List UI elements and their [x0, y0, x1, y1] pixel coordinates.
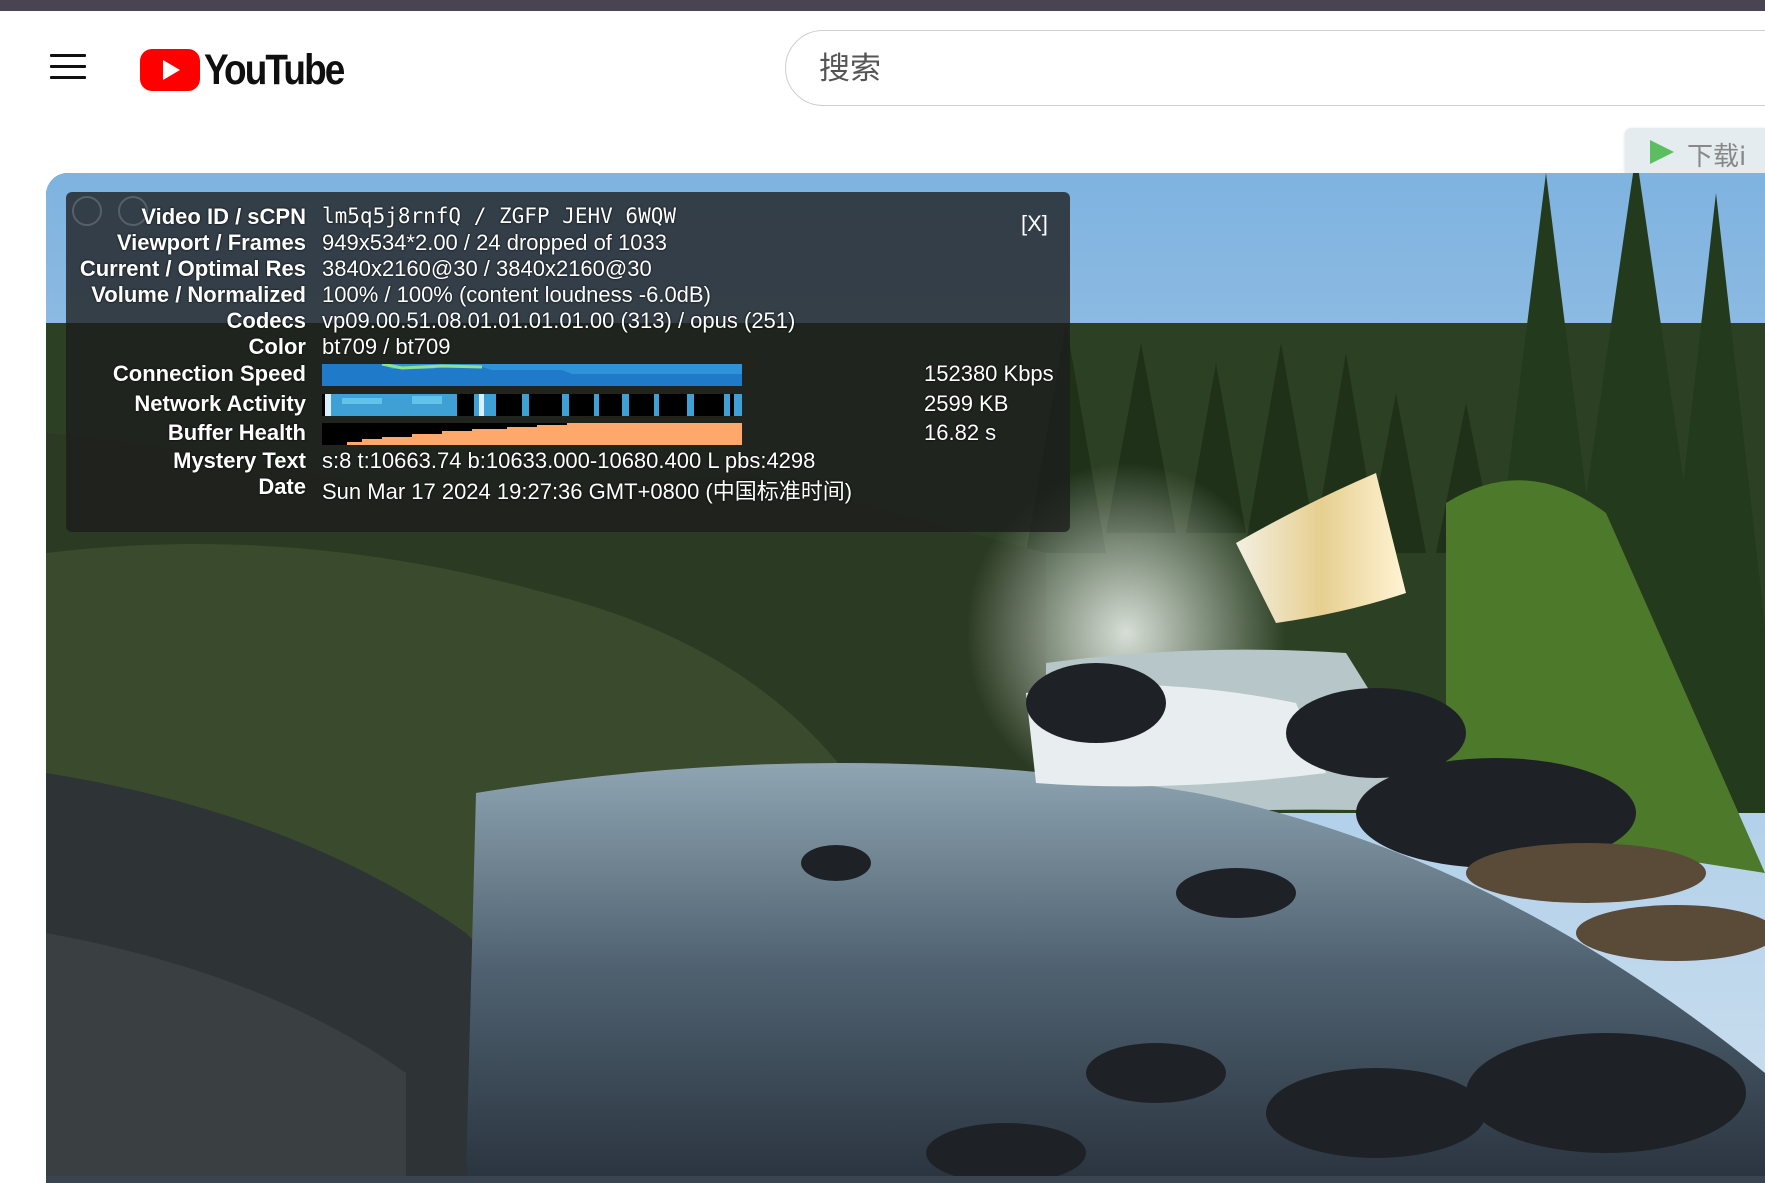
stat-value: 100% / 100% (content loudness -6.0dB) [322, 282, 711, 307]
network-activity-graph [322, 394, 742, 416]
stat-row-date: Date Sun Mar 17 2024 19:27:36 GMT+0800 (… [66, 474, 1066, 504]
hamburger-menu-icon[interactable] [50, 50, 90, 84]
stat-graph-value: 2599 KB [924, 391, 1009, 416]
stat-label: Current / Optimal Res [79, 256, 306, 281]
stat-row-resolution: Current / Optimal Res 3840x2160@30 / 384… [66, 256, 1066, 284]
youtube-logo-text: YouTube [204, 45, 345, 94]
stat-value: Sun Mar 17 2024 19:27:36 GMT+0800 (中国标准时… [322, 479, 853, 504]
stat-label: Buffer Health [167, 420, 306, 445]
search-box[interactable] [785, 30, 1765, 107]
buffer-health-graph [322, 423, 742, 445]
stat-row-mystery-text: Mystery Text s:8 t:10663.74 b:10633.000-… [66, 448, 1066, 476]
stats-for-nerds-panel: [X] Video ID / sCPN lm5q5j8rnfQ / ZGFP J… [66, 192, 1070, 532]
stat-row-viewport: Viewport / Frames 949x534*2.00 / 24 drop… [66, 230, 1066, 258]
stat-label: Codecs [226, 308, 306, 333]
stat-graph-value: 152380 Kbps [924, 361, 1054, 386]
stat-label: Viewport / Frames [116, 230, 306, 255]
stat-row-codecs: Codecs vp09.00.51.08.01.01.01.01.00 (313… [66, 308, 1066, 336]
download-extension-button[interactable]: 下载i [1625, 128, 1765, 176]
stat-label: Network Activity [134, 391, 306, 416]
browser-top-strip [0, 0, 1765, 11]
play-triangle-icon [1650, 140, 1674, 164]
stat-label: Connection Speed [112, 361, 306, 386]
stat-value: s:8 t:10663.74 b:10633.000-10680.400 L p… [322, 448, 816, 473]
download-badge-label: 下载i [1687, 142, 1747, 172]
stat-label: Video ID / sCPN [141, 204, 306, 229]
stat-value: 949x534*2.00 / 24 dropped of 1033 [322, 230, 667, 255]
connection-speed-graph [322, 364, 742, 386]
stat-graph-value: 16.82 s [924, 420, 997, 445]
stat-label: Volume / Normalized [91, 282, 306, 307]
stat-label: Mystery Text [173, 448, 306, 473]
search-input[interactable] [817, 31, 1721, 107]
stat-row-color: Color bt709 / bt709 [66, 334, 1066, 362]
stat-value: bt709 / bt709 [322, 334, 451, 359]
stat-value: vp09.00.51.08.01.01.01.01.00 (313) / opu… [322, 308, 796, 333]
stat-label: Color [248, 334, 306, 359]
youtube-logo[interactable]: YouTube [140, 46, 366, 94]
youtube-play-icon [140, 49, 200, 91]
video-player[interactable]: [X] Video ID / sCPN lm5q5j8rnfQ / ZGFP J… [46, 173, 1765, 1183]
stat-value: 3840x2160@30 / 3840x2160@30 [322, 256, 652, 281]
stat-value: lm5q5j8rnfQ / ZGFP JEHV 6WQW [322, 204, 677, 228]
stat-row-video-id: Video ID / sCPN lm5q5j8rnfQ / ZGFP JEHV … [66, 204, 1066, 232]
stat-row-network-activity: Network Activity 2599 KB [66, 391, 1066, 419]
stat-label: Date [258, 474, 306, 499]
stat-row-volume: Volume / Normalized 100% / 100% (content… [66, 282, 1066, 310]
stat-row-connection-speed: Connection Speed 152380 Kbps [66, 361, 1066, 389]
stat-row-buffer-health: Buffer Health 16.82 s [66, 420, 1066, 448]
